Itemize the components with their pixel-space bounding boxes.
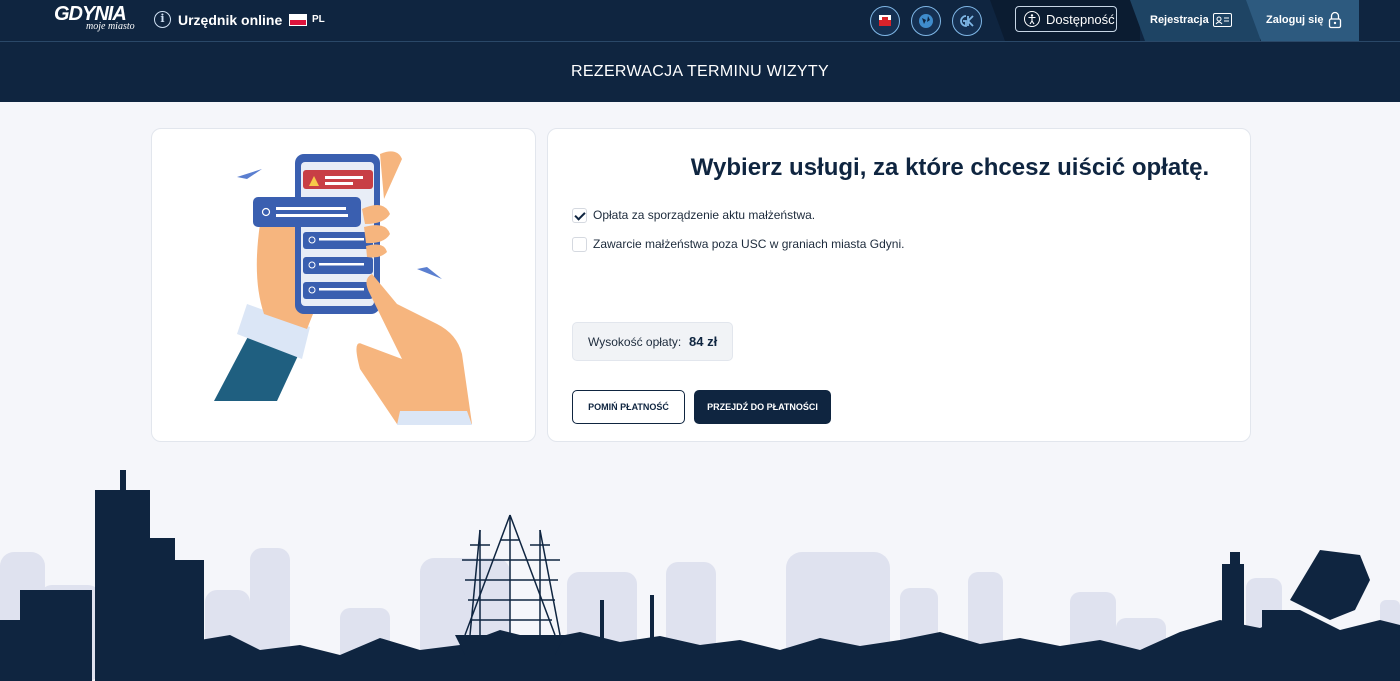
language-selector[interactable]: PL [312, 14, 325, 25]
service-checkbox-marriage-act[interactable] [572, 208, 587, 223]
logo-sub: moje miasto [86, 21, 135, 32]
service-label: Zawarcie małżeństwa poza USC w graniach … [593, 237, 905, 251]
top-bar: GDYNIA moje miasto i Urzędnik online PL [0, 0, 1400, 41]
gdynia-logo[interactable]: GDYNIA moje miasto [54, 4, 135, 32]
fee-summary: Wysokość opłaty: 84 zł [572, 322, 733, 361]
accessibility-icon [1024, 11, 1040, 27]
illustration-card [151, 128, 536, 442]
city-skyline-illustration [0, 470, 1400, 681]
service-heading: Wybierz usługi, za które chcesz uiścić o… [690, 154, 1210, 181]
fee-value: 84 zł [689, 334, 718, 349]
proceed-to-payment-button[interactable]: PRZEJDŹ DO PŁATNOŚCI [694, 390, 831, 424]
phone-payment-illustration [214, 151, 472, 425]
info-icon[interactable]: i [154, 11, 171, 28]
urzednik-online-link[interactable]: Urzędnik online [178, 12, 282, 28]
globe-button[interactable] [911, 6, 941, 36]
accessibility-label: Dostępność [1046, 12, 1115, 27]
fee-label: Wysokość opłaty: [588, 335, 682, 349]
service-selection-card: Wybierz usługi, za które chcesz uiścić o… [547, 128, 1251, 442]
skip-payment-button[interactable]: POMIŃ PŁATNOŚĆ [572, 390, 685, 424]
gk-icon [960, 15, 974, 27]
gk-button[interactable] [952, 6, 982, 36]
login-button[interactable]: Zaloguj się [1246, 0, 1359, 41]
id-card-icon [1213, 13, 1232, 27]
register-button[interactable]: Rejestracja [1130, 0, 1260, 41]
coat-of-arms-icon [879, 15, 891, 26]
page-title: REZERWACJA TERMINU WIZYTY [571, 63, 829, 80]
globe-icon [919, 14, 933, 28]
service-label: Opłata za sporządzenie aktu małżeństwa. [593, 208, 816, 222]
poland-flag-icon[interactable] [289, 14, 307, 26]
coat-of-arms-button[interactable] [870, 6, 900, 36]
accessibility-button[interactable]: Dostępność [1015, 6, 1117, 32]
service-checkbox-outside-usc[interactable] [572, 237, 587, 252]
login-label: Zaloguj się [1266, 14, 1324, 26]
page-title-bar: REZERWACJA TERMINU WIZYTY [0, 41, 1400, 102]
register-label: Rejestracja [1150, 14, 1209, 26]
lock-icon [1328, 11, 1342, 29]
